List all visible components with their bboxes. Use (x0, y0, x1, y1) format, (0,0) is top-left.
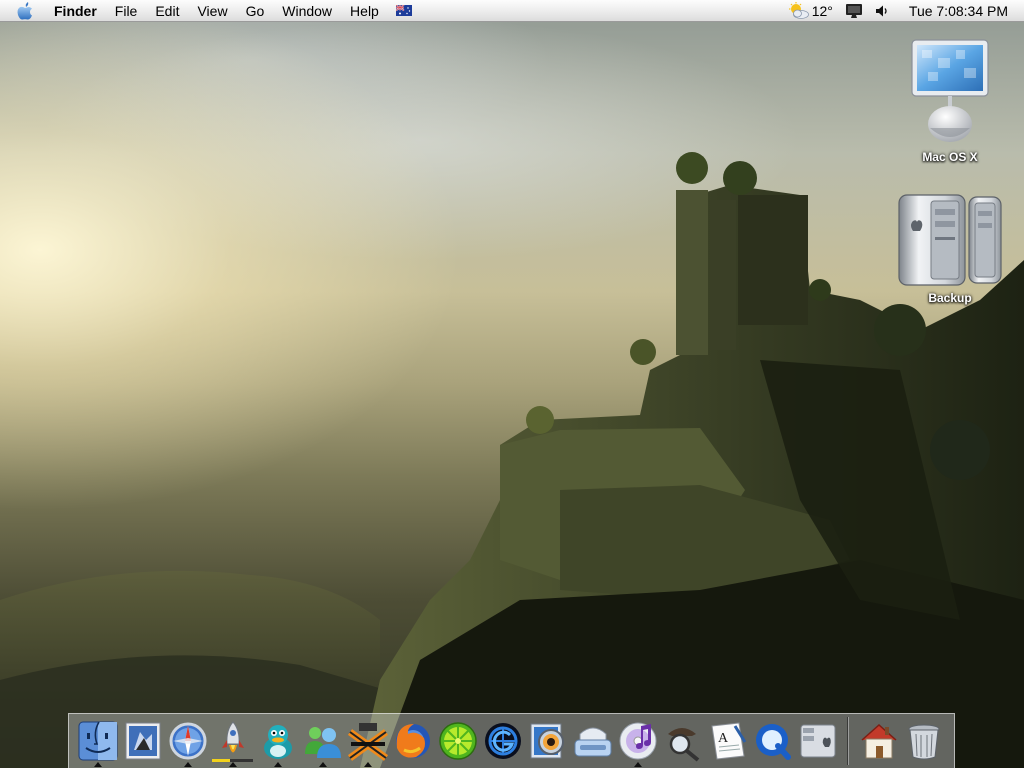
dock-item-finder[interactable] (75, 716, 120, 767)
limewire-icon (438, 722, 477, 760)
dock-item-rocket[interactable] (210, 716, 255, 767)
dock-item-textedit[interactable]: A (705, 716, 750, 766)
menu-app-finder[interactable]: Finder (46, 0, 106, 22)
running-indicator (318, 762, 327, 767)
dock-item-firefox[interactable] (390, 716, 435, 766)
apple-menu-icon[interactable] (14, 1, 36, 21)
running-indicator (633, 762, 642, 767)
dock-item-trash[interactable] (901, 716, 946, 766)
sherlock-icon (667, 728, 699, 762)
g-target-icon (484, 723, 521, 759)
dock-item-g-target[interactable] (480, 716, 525, 766)
dock-item-limewire[interactable] (435, 716, 480, 766)
dock-item-safari[interactable] (165, 716, 210, 767)
safari-compass-icon (169, 722, 206, 760)
desktop-icon-label: Mac OS X (922, 150, 978, 164)
menu-extras: 12° Tue 7:08:34 PM (782, 0, 1024, 22)
dock-separator (847, 717, 849, 765)
running-indicator (183, 762, 192, 767)
partly-cloudy-icon (788, 1, 809, 19)
desktop-icon-backup[interactable]: Backup (895, 185, 1005, 305)
dock-item-adium[interactable] (255, 716, 300, 767)
menu-clock[interactable]: Tue 7:08:34 PM (897, 3, 1024, 19)
menu-go[interactable]: Go (237, 0, 274, 22)
dock-item-sherlock[interactable] (660, 716, 705, 766)
x-tool-icon (347, 723, 388, 761)
menu-file[interactable]: File (106, 0, 147, 22)
dock-item-home[interactable] (856, 716, 901, 766)
display-icon[interactable] (839, 0, 869, 22)
trash-icon (908, 724, 939, 760)
menu-window[interactable]: Window (273, 0, 341, 22)
preview-eye-icon (530, 723, 564, 759)
mail-icon (125, 722, 160, 760)
dock-item-x-tool[interactable] (345, 716, 390, 767)
dock-item-preview[interactable] (525, 716, 570, 766)
desktop-icon-label: Backup (928, 291, 972, 305)
textedit-icon: A (710, 722, 746, 760)
speaker-icon[interactable] (869, 0, 897, 22)
running-indicator (273, 762, 282, 767)
itunes-icon (619, 722, 656, 760)
menu-help[interactable]: Help (341, 0, 388, 22)
imac-icon (911, 39, 989, 142)
wallpaper (0, 152, 1024, 768)
temperature-text: 12° (811, 2, 833, 19)
tape-drive-icon (574, 727, 611, 757)
svg-text:A: A (718, 731, 729, 746)
quicktime-icon (755, 724, 791, 760)
dock-item-quicktime[interactable] (750, 716, 795, 766)
power-mac-icon (898, 194, 1002, 286)
menu-view[interactable]: View (188, 0, 236, 22)
dock-item-itunes[interactable] (615, 716, 660, 767)
rocket-icon (221, 721, 244, 753)
dock-item-tape-drive[interactable] (570, 716, 615, 766)
desktop-icon-mac-os-x[interactable]: Mac OS X (895, 38, 1005, 164)
dock-item-mail[interactable] (120, 716, 165, 766)
home-folder-icon (861, 723, 896, 759)
running-indicator (363, 762, 372, 767)
weather-extra[interactable]: 12° (782, 0, 839, 22)
menu-edit[interactable]: Edit (146, 0, 188, 22)
australian-flag-icon[interactable] (395, 5, 412, 16)
menu-bar: Finder File Edit View Go Window Help 12°… (0, 0, 1024, 22)
finder-icon (78, 721, 117, 761)
adium-duck-icon (263, 725, 292, 759)
system-preferences-icon (800, 724, 835, 758)
running-indicator (228, 762, 237, 767)
dock-item-messenger[interactable] (300, 716, 345, 767)
running-indicator (93, 762, 102, 767)
messenger-buddies-icon (304, 727, 341, 758)
firefox-icon (395, 724, 430, 758)
dock: A (68, 713, 955, 768)
desktop[interactable]: Finder File Edit View Go Window Help 12°… (0, 0, 1024, 768)
dock-item-system-preferences[interactable] (795, 716, 840, 766)
